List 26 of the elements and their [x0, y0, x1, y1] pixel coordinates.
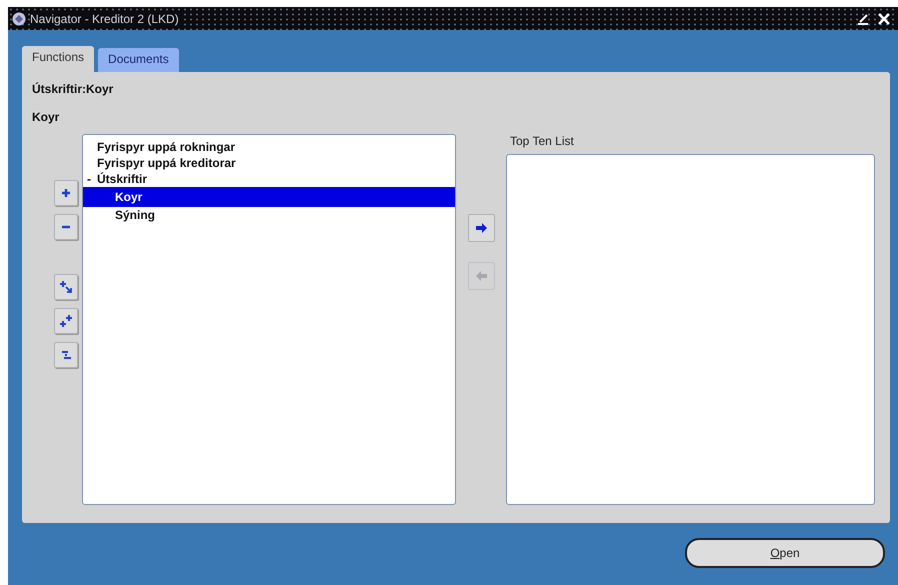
tree-item[interactable]: Koyr: [83, 187, 455, 207]
left-arrow-icon: [474, 269, 488, 283]
current-label: Koyr: [32, 110, 60, 124]
open-button[interactable]: Open: [685, 538, 885, 568]
tab[interactable]: Functions: [22, 46, 94, 72]
expand-all-button[interactable]: [54, 308, 78, 334]
close-button[interactable]: [876, 12, 892, 24]
app-icon: [12, 12, 26, 26]
tree-item[interactable]: Fyrispyr uppá kreditorar: [83, 155, 455, 171]
tab[interactable]: Documents: [98, 48, 179, 72]
expand-button[interactable]: [54, 180, 78, 206]
list-label: Top Ten List: [510, 134, 574, 148]
double-plus-icon: [59, 314, 73, 328]
add-button[interactable]: [468, 214, 494, 242]
expand-branch-button[interactable]: [54, 274, 78, 300]
breadcrumb-label: Útskriftir:Koyr: [32, 82, 114, 96]
tree-item[interactable]: Sýning: [83, 207, 455, 223]
collapse-button[interactable]: [54, 214, 78, 240]
tree-item[interactable]: - Útskriftir: [83, 171, 455, 187]
plus-arrow-icon: [59, 280, 73, 294]
window-title: Navigator - Kreditor 2 (LKD): [30, 12, 183, 26]
tree-item[interactable]: Fyrispyr uppá rokningar: [83, 139, 455, 155]
right-arrow-icon: [474, 221, 488, 235]
plus-icon: [59, 186, 73, 200]
collapse-all-button[interactable]: [54, 342, 78, 368]
double-minus-icon: [59, 348, 73, 362]
